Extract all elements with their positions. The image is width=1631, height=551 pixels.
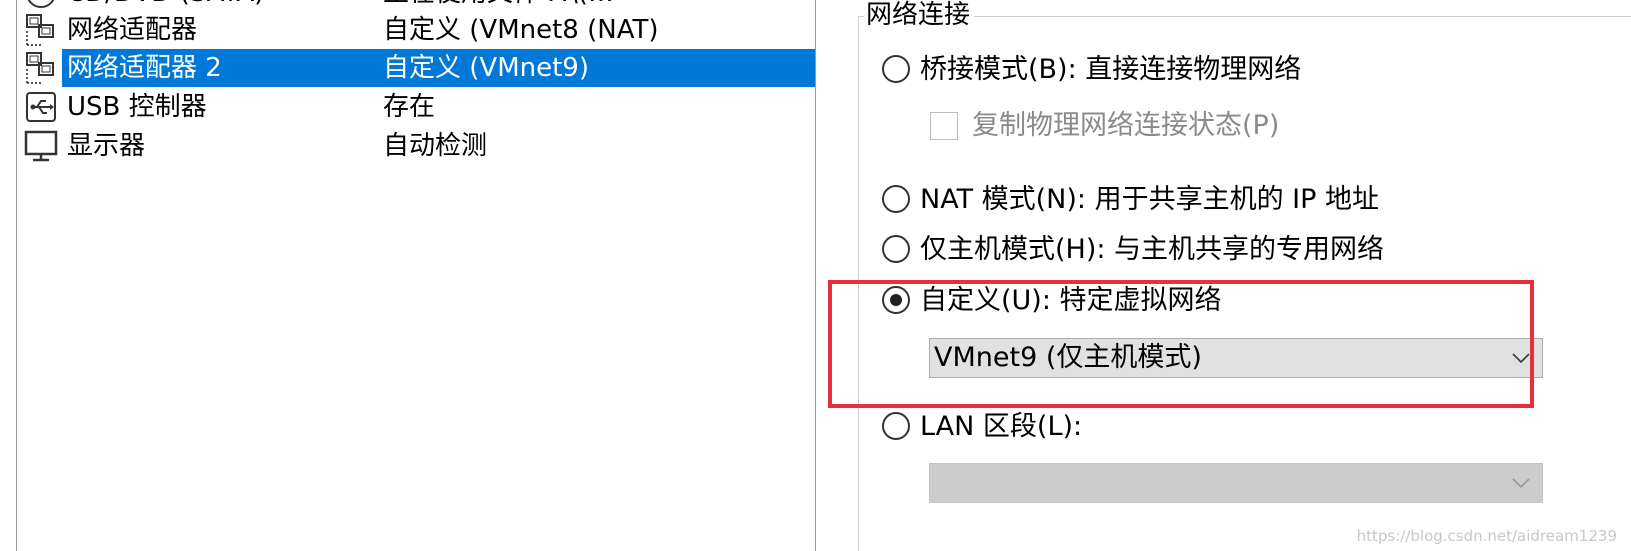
device-summary: 存在 [383, 92, 436, 122]
watermark: https://blog.csdn.net/aidream1239 [1356, 527, 1617, 545]
radio-button[interactable] [882, 235, 910, 263]
network-settings-panel: 网络连接 桥接模式(B): 直接连接物理网络 复制物理网络连接状态(P) NAT… [816, 0, 1631, 551]
list-left-border [16, 0, 17, 551]
list-item-display[interactable]: 显示器 自动检测 [18, 127, 815, 165]
chevron-down-icon [1512, 353, 1530, 364]
network-adapter-icon [26, 52, 54, 84]
custom-network-select[interactable]: VMnet9 (仅主机模式) [929, 338, 1543, 378]
list-item-usb-controller[interactable]: USB 控制器 存在 [18, 88, 815, 126]
radio-label: 桥接模式(B): 直接连接物理网络 [920, 54, 1302, 85]
checkbox-label: 复制物理网络连接状态(P) [972, 110, 1280, 141]
lan-segment-select[interactable] [929, 463, 1543, 503]
radio-label: 自定义(U): 特定虚拟网络 [920, 285, 1222, 316]
radio-label: 仅主机模式(H): 与主机共享的专用网络 [920, 234, 1385, 265]
radio-button[interactable] [882, 286, 910, 314]
monitor-icon [24, 130, 58, 162]
device-name: 显示器 [67, 131, 146, 161]
chevron-down-icon [1512, 478, 1530, 489]
device-summary: 自动检测 [383, 131, 488, 161]
device-name: USB 控制器 [67, 92, 207, 122]
radio-button[interactable] [882, 55, 910, 83]
network-adapter-icon [26, 14, 54, 46]
hardware-list: CD/DVD (SATA) 正在使用文件 F:\(… 网络适配器 自定义 (VM… [0, 0, 816, 551]
device-name: 网络适配器 [67, 15, 198, 45]
list-item-network-adapter[interactable]: 网络适配器 自定义 (VMnet8 (NAT) [18, 11, 815, 49]
usb-icon [26, 92, 56, 122]
list-item-network-adapter-2[interactable]: 网络适配器 2 自定义 (VMnet9) [18, 49, 815, 87]
radio-button[interactable] [882, 185, 910, 213]
cd-dvd-icon [27, 0, 55, 8]
radio-button[interactable] [882, 412, 910, 440]
checkbox[interactable] [930, 112, 958, 140]
radio-label: NAT 模式(N): 用于共享主机的 IP 地址 [920, 184, 1379, 215]
group-title: 网络连接 [864, 0, 975, 32]
vm-settings-window: CD/DVD (SATA) 正在使用文件 F:\(… 网络适配器 自定义 (VM… [0, 0, 1631, 551]
select-value: VMnet9 (仅主机模式) [934, 342, 1202, 373]
device-summary: 自定义 (VMnet8 (NAT) [383, 15, 659, 45]
radio-label: LAN 区段(L): [920, 411, 1083, 442]
device-name: 网络适配器 2 [67, 53, 222, 83]
device-summary: 自定义 (VMnet9) [383, 53, 589, 83]
